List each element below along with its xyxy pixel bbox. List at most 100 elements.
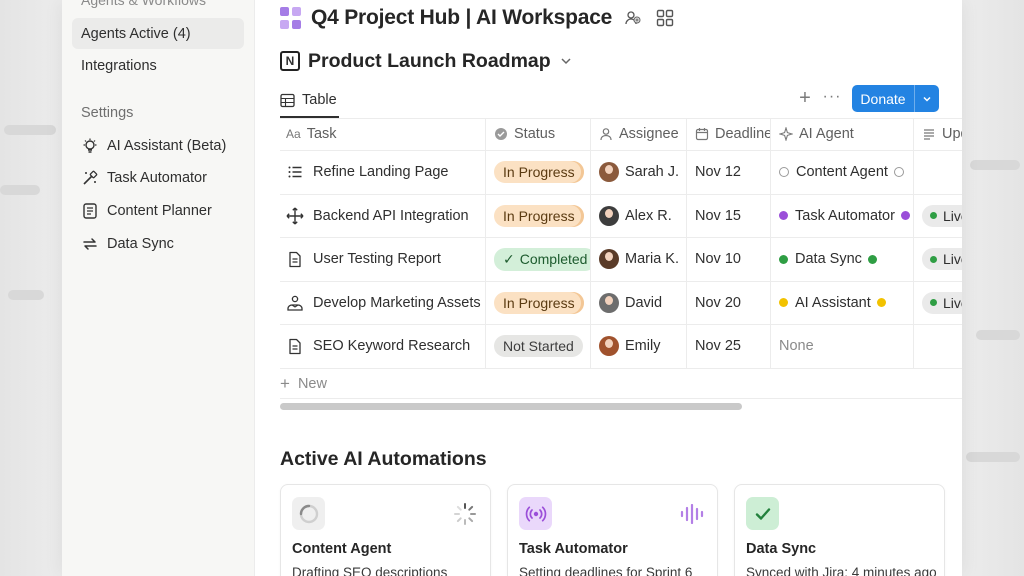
column-label: Status <box>514 126 556 142</box>
database-title-row[interactable]: N Product Launch Roadmap <box>280 47 572 75</box>
column-header-assignee[interactable]: Assignee <box>590 118 686 150</box>
sync-icon <box>81 235 99 253</box>
status-badge: Not Started <box>494 335 583 358</box>
cell-task[interactable]: Backend API Integration <box>280 195 485 238</box>
sparkle-icon <box>779 127 793 141</box>
list-icon <box>286 163 304 181</box>
database-title: Product Launch Roadmap <box>308 49 551 72</box>
cell-task[interactable]: User Testing Report <box>280 238 485 281</box>
live-label: Live <box>943 251 962 268</box>
cell-ai-agent[interactable]: AI Assistant <box>770 281 913 324</box>
status-dot <box>876 298 886 308</box>
cell-ai-agent[interactable]: Data Sync <box>770 238 913 281</box>
sidebar-item-data-sync[interactable]: Data Sync <box>72 228 244 259</box>
automation-description: Setting deadlines for Sprint 6 <box>519 565 693 576</box>
sidebar: Agents & Workflows Agents Active (4) Int… <box>62 0 255 576</box>
blurred-bar <box>966 452 1020 462</box>
automation-card[interactable]: Content Agent Drafting SEO descriptions <box>280 484 491 576</box>
status-dot <box>779 298 788 308</box>
document-icon <box>286 337 304 355</box>
sidebar-item-label: Agents Active (4) <box>81 25 191 42</box>
cell-status[interactable]: In Progress <box>485 281 590 324</box>
deadline-date: Nov 12 <box>695 164 741 181</box>
app-window: Agents & Workflows Agents Active (4) Int… <box>62 0 962 576</box>
assignee-name: Emily <box>625 338 661 355</box>
cell-updates[interactable] <box>913 151 962 194</box>
status-dot <box>779 167 789 178</box>
status-label: In Progress <box>503 294 575 311</box>
table-row[interactable]: SEO Keyword Research Not Started Emily N… <box>280 325 962 369</box>
column-header-ai-agent[interactable]: AI Agent <box>770 118 913 150</box>
table-row[interactable]: Develop Marketing Assets In Progress Dav… <box>280 281 962 325</box>
lightbulb-icon <box>81 137 99 155</box>
cell-ai-agent[interactable]: Content Agent <box>770 151 913 194</box>
horizontal-scrollbar[interactable] <box>280 402 962 410</box>
sidebar-item-agents-active[interactable]: Agents Active (4) <box>72 18 244 49</box>
grid-icon[interactable] <box>654 7 676 29</box>
cell-status[interactable]: Not Started <box>485 325 590 368</box>
cell-deadline[interactable]: Nov 25 <box>686 325 770 368</box>
magic-wand-icon <box>81 169 99 187</box>
cell-assignee[interactable]: David <box>590 281 686 324</box>
cell-assignee[interactable]: Sarah J. <box>590 151 686 194</box>
blurred-bar <box>0 185 40 195</box>
cell-assignee[interactable]: Emily <box>590 325 686 368</box>
cell-task[interactable]: Refine Landing Page <box>280 151 485 194</box>
sidebar-item-label: Integrations <box>81 57 157 74</box>
automation-description: Synced with Jira: 4 minutes ago <box>746 565 937 576</box>
new-row-label: New <box>297 376 327 392</box>
sidebar-item-ai-assistant[interactable]: AI Assistant (Beta) <box>72 130 244 161</box>
chevron-down-icon[interactable] <box>560 55 572 67</box>
sidebar-item-integrations[interactable]: Integrations <box>72 50 244 81</box>
chevron-down-icon[interactable] <box>915 94 939 104</box>
cell-status[interactable]: In Progress <box>485 151 590 194</box>
task-title: User Testing Report <box>313 251 441 268</box>
cell-task[interactable]: Develop Marketing Assets <box>280 282 485 325</box>
cell-assignee[interactable]: Maria K. <box>590 238 686 281</box>
cell-deadline[interactable]: Nov 15 <box>686 194 770 237</box>
cell-deadline[interactable]: Nov 20 <box>686 281 770 324</box>
table-row[interactable]: Refine Landing Page In Progress Sarah J.… <box>280 151 962 195</box>
tab-table-view[interactable]: Table <box>280 84 339 118</box>
column-header-status[interactable]: Status <box>485 118 590 150</box>
cell-assignee[interactable]: Alex R. <box>590 194 686 237</box>
avatar <box>599 336 619 357</box>
new-row-button[interactable]: + New <box>280 372 327 396</box>
calendar-icon <box>695 128 709 141</box>
table-row[interactable]: Backend API Integration In Progress Alex… <box>280 194 962 238</box>
scrollbar-thumb[interactable] <box>280 403 742 410</box>
users-icon <box>286 294 304 312</box>
cell-updates[interactable]: Live <box>913 194 962 237</box>
cell-ai-agent[interactable]: None <box>770 325 913 368</box>
donate-button[interactable]: Donate <box>852 85 939 112</box>
cell-updates[interactable]: Live <box>913 281 962 324</box>
background-left <box>0 0 62 576</box>
cell-ai-agent[interactable]: Task Automator <box>770 194 913 237</box>
column-header-task[interactable]: Aa Task <box>280 118 485 150</box>
sidebar-item-task-automator[interactable]: Task Automator <box>72 162 244 193</box>
donate-label: Donate <box>860 90 906 107</box>
live-dot <box>930 212 937 220</box>
add-view-button[interactable]: + <box>796 88 814 108</box>
cell-updates[interactable]: Live <box>913 238 962 281</box>
automation-card[interactable]: Task Automator Setting deadlines for Spr… <box>507 484 718 576</box>
status-label: Completed <box>519 251 588 268</box>
cell-status[interactable]: In Progress <box>485 194 590 237</box>
cell-updates[interactable] <box>913 325 962 368</box>
column-header-deadline[interactable]: Deadline <box>686 118 770 150</box>
sidebar-item-content-planner[interactable]: Content Planner <box>72 195 244 226</box>
notion-logo-icon: N <box>280 51 300 71</box>
table-row[interactable]: User Testing Report ✓ Completed Maria K. … <box>280 238 962 282</box>
cell-task[interactable]: SEO Keyword Research <box>280 325 485 368</box>
cell-deadline[interactable]: Nov 12 <box>686 151 770 194</box>
status-badge: In Progress <box>494 291 584 314</box>
deadline-date: Nov 25 <box>695 338 741 355</box>
team-icon[interactable] <box>622 7 644 29</box>
more-options-icon[interactable]: ··· <box>822 88 842 108</box>
sidebar-heading-agents: Agents & Workflows <box>81 0 207 8</box>
cell-status[interactable]: ✓ Completed <box>485 238 590 281</box>
automation-card[interactable]: Data Sync Synced with Jira: 4 minutes ag… <box>734 484 945 576</box>
cell-deadline[interactable]: Nov 10 <box>686 238 770 281</box>
assignee-name: David <box>625 294 663 311</box>
column-header-updates[interactable]: Upd <box>913 118 962 150</box>
